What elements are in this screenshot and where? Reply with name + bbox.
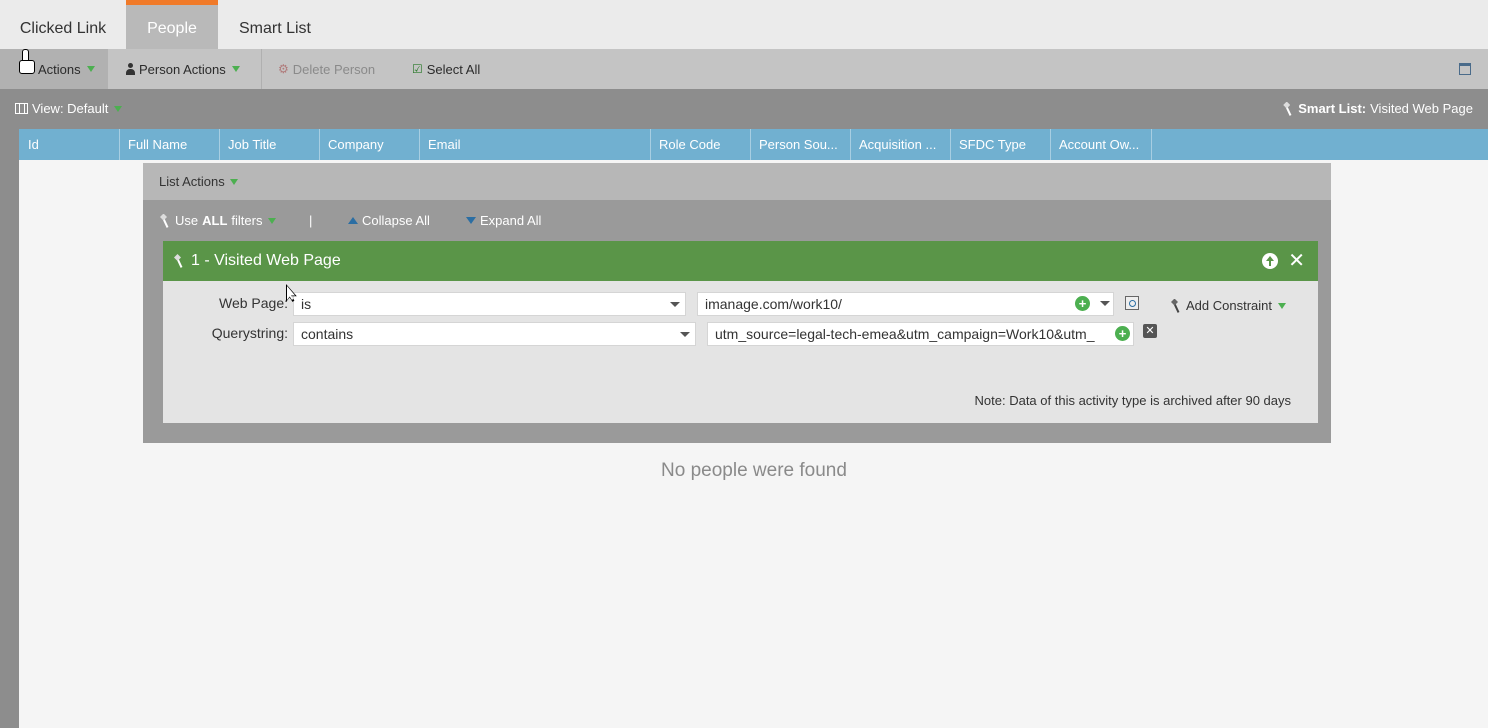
smartlist-indicator: Smart List: Visited Web Page	[1282, 101, 1473, 116]
tab-people[interactable]: People	[126, 0, 218, 49]
filters-prefix: Use	[175, 213, 199, 228]
querystring-operator-select[interactable]: contains	[293, 322, 696, 346]
chevron-down-icon	[680, 332, 690, 337]
add-constraint-button[interactable]: Add Constraint	[1170, 298, 1286, 313]
smartlist-prefix: Smart List:	[1298, 101, 1367, 116]
dropdown-arrow-icon	[1278, 302, 1286, 309]
delete-person-button[interactable]: ⚙ Delete Person	[278, 49, 375, 89]
select-all-button[interactable]: ☑ Select All	[412, 49, 480, 89]
list-actions-label: List Actions	[159, 174, 225, 189]
tab-label: Smart List	[238, 19, 311, 37]
collapse-icon	[348, 217, 358, 224]
web-page-operator-select[interactable]: is	[293, 292, 686, 316]
tab-label: Clicked Link	[19, 19, 107, 37]
column-header-job-title[interactable]: Job Title	[219, 129, 320, 160]
add-value-icon[interactable]: +	[1075, 296, 1090, 311]
expand-all-button[interactable]: Expand All	[466, 213, 541, 228]
left-strip	[0, 129, 19, 728]
empty-results-message: No people were found	[661, 460, 847, 481]
value-picker-icon[interactable]	[1125, 296, 1139, 310]
wand-icon	[159, 214, 171, 228]
tab-clicked-link[interactable]: Clicked Link	[0, 0, 126, 49]
view-bar: View: Default Smart List: Visited Web Pa…	[0, 89, 1488, 129]
person-actions-label: Person Actions	[139, 61, 226, 77]
separator: |	[309, 213, 313, 228]
expand-icon	[466, 217, 476, 224]
wand-icon	[173, 254, 185, 268]
toolbar-divider	[261, 49, 262, 89]
smart-list-header: List Actions	[143, 163, 1331, 200]
maximize-window-icon[interactable]	[1459, 63, 1471, 75]
web-page-label: Web Page:	[218, 295, 288, 311]
close-icon[interactable]: ✕	[1288, 251, 1305, 271]
column-header-id[interactable]: Id	[19, 129, 120, 160]
add-constraint-label: Add Constraint	[1186, 298, 1272, 313]
querystring-value: utm_source=legal-tech-emea&utm_campaign=…	[715, 326, 1095, 342]
operator-value: contains	[301, 326, 354, 342]
filter-header: 1 - Visited Web Page ✕	[163, 241, 1318, 281]
grid-header: Id Full Name Job Title Company Email Rol…	[19, 129, 1488, 160]
filter-block: 1 - Visited Web Page ✕ Add Constraint We…	[163, 241, 1318, 423]
column-header-acquisition[interactable]: Acquisition ...	[850, 129, 951, 160]
operator-value: is	[301, 296, 312, 312]
tab-label: People	[147, 19, 197, 37]
hand-cursor-icon	[19, 49, 35, 75]
column-header-company[interactable]: Company	[319, 129, 420, 160]
expand-all-label: Expand All	[480, 213, 542, 228]
delete-person-label: Delete Person	[292, 61, 376, 77]
list-actions-button[interactable]: List Actions	[159, 174, 238, 189]
toolbar: Actions Person Actions ⚙ Delete Person ☑…	[0, 49, 1488, 89]
querystring-value-field[interactable]: utm_source=legal-tech-emea&utm_campaign=…	[707, 322, 1134, 346]
filters-suffix: filters	[231, 213, 263, 228]
view-label: View: Default	[32, 101, 109, 116]
tab-smart-list[interactable]: Smart List	[218, 0, 332, 49]
dropdown-arrow-icon	[86, 66, 95, 72]
filter-logic-selector[interactable]: Use ALL filters	[159, 213, 277, 228]
column-header-full-name[interactable]: Full Name	[119, 129, 220, 160]
remove-constraint-icon[interactable]: ✕	[1143, 324, 1157, 338]
add-value-icon[interactable]: +	[1115, 326, 1130, 341]
collapse-all-button[interactable]: Collapse All	[348, 213, 430, 228]
person-actions-button[interactable]: Person Actions	[126, 49, 240, 89]
column-header-sfdc-type[interactable]: SFDC Type	[950, 129, 1051, 160]
column-header-account-owner[interactable]: Account Ow...	[1050, 129, 1152, 160]
dropdown-arrow-icon	[231, 66, 240, 72]
dropdown-arrow-icon	[268, 217, 277, 224]
archive-note: Note: Data of this activity type is arch…	[974, 393, 1291, 408]
collapse-all-label: Collapse All	[362, 213, 430, 228]
move-up-icon[interactable]	[1262, 253, 1278, 269]
smart-list-wand-icon	[1282, 102, 1294, 116]
column-header-email[interactable]: Email	[419, 129, 651, 160]
querystring-label: Querystring:	[211, 325, 288, 341]
smart-list-panel: List Actions Use ALL filters | Collapse …	[143, 163, 1331, 443]
dropdown-arrow-icon	[114, 105, 123, 112]
person-icon	[126, 63, 135, 75]
smartlist-name: Visited Web Page	[1370, 101, 1473, 116]
tab-bar: Clicked Link People Smart List	[0, 0, 1488, 49]
wand-icon	[1170, 299, 1182, 313]
column-header-person-source[interactable]: Person Sou...	[750, 129, 851, 160]
select-all-label: Select All	[426, 61, 481, 77]
grid-view-icon	[15, 103, 28, 114]
delete-person-icon: ⚙	[278, 62, 289, 76]
view-selector[interactable]: View: Default	[15, 101, 123, 116]
web-page-value-field[interactable]: imanage.com/work10/	[697, 292, 1114, 316]
actions-label: Actions	[38, 61, 81, 77]
chevron-down-icon	[670, 302, 680, 307]
web-page-value: imanage.com/work10/	[705, 296, 842, 312]
filter-title: 1 - Visited Web Page	[173, 252, 341, 270]
column-header-role-code[interactable]: Role Code	[650, 129, 751, 160]
dropdown-arrow-icon	[229, 178, 238, 185]
actions-menu-button[interactable]: Actions	[0, 49, 108, 89]
filters-bold: ALL	[202, 213, 228, 228]
filter-title-text: 1 - Visited Web Page	[191, 252, 341, 269]
chevron-down-icon[interactable]	[1100, 301, 1110, 306]
checkbox-icon: ☑	[412, 62, 423, 76]
